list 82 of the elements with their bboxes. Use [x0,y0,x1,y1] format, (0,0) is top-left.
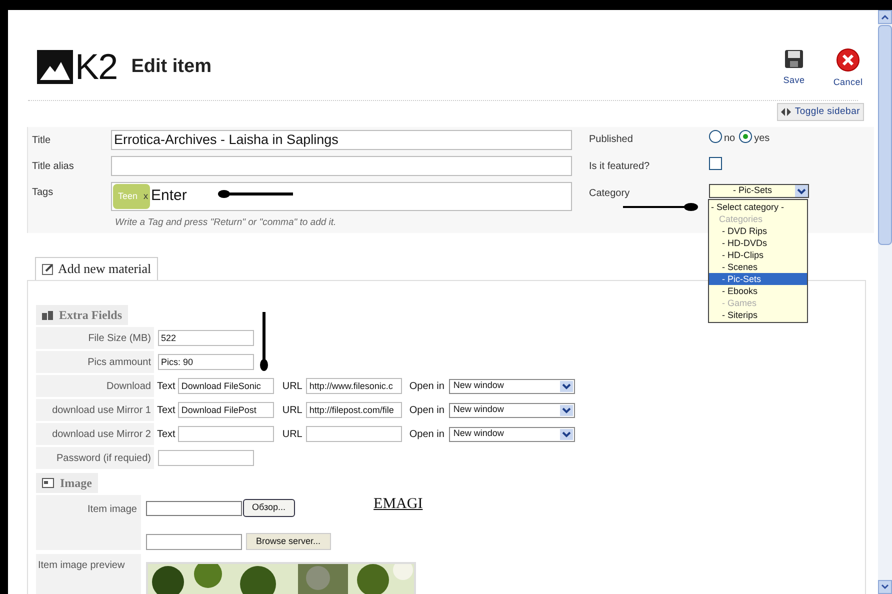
field-label: Password (if requied) [36,447,154,469]
browse-button[interactable]: Обзор... [243,499,294,517]
field-label: Open in [409,404,444,418]
save-button[interactable]: Save [774,48,814,90]
field-label: Text [157,428,176,442]
dropdown-option: Categories [709,213,807,225]
url-input[interactable]: http://www.filesonic.c [306,378,402,394]
open-in-select[interactable]: New window [449,378,576,394]
field-label: Title alias [31,160,75,174]
field-label: Is it featured? [589,160,651,174]
arrows-icon [780,108,791,116]
field-label: URL [282,404,302,418]
edit-icon [42,263,54,275]
remove-tag-icon[interactable]: x [144,190,148,204]
field-label: Item image [36,495,141,550]
field-label: download use Mirror 1 [36,399,154,421]
note-text: EMAGI [374,495,423,514]
tag-chip[interactable]: Teen x [113,184,150,209]
browse-server-button[interactable]: Browse server... [246,533,331,550]
dropdown-option[interactable]: - HD-DVDs [709,237,807,249]
field-label: Tags [31,186,54,200]
cancel-icon [836,48,860,72]
dropdown-caret-icon [795,185,808,197]
scrollbar[interactable] [878,10,892,594]
scroll-up-icon[interactable] [878,10,892,24]
text-input[interactable]: Download FilePost [178,402,274,418]
radio-option[interactable]: no [709,130,736,143]
page-title: Edit item [131,54,212,79]
url-input[interactable] [306,426,402,442]
path-input[interactable] [146,534,242,550]
category-select[interactable]: - Pic-Sets [709,184,809,198]
title-input[interactable]: Errotica-Archives - Laisha in Saplings [111,130,572,150]
section-heading: Extra Fields [36,305,128,325]
dropdown-caret-icon [560,428,574,440]
text-input[interactable]: Download FileSonic [178,378,274,394]
arrow-drawing [259,312,269,372]
dropdown-option[interactable]: - Select category - [709,201,807,213]
tags-field[interactable]: Teen x Enter [111,182,572,211]
checkbox[interactable] [709,157,722,170]
dropdown-option[interactable]: - Scenes [709,261,807,273]
image-icon [42,478,54,488]
url-input[interactable]: http://filepost.com/file [306,402,402,418]
text-input[interactable] [158,450,254,466]
scroll-thumb[interactable] [878,25,892,245]
dropdown-caret-icon [560,380,574,392]
dropdown-option[interactable]: - Siterips [709,309,807,321]
scroll-down-icon[interactable] [878,580,892,594]
field-label: Published [589,133,634,147]
field-label: File Size (MB) [36,327,154,349]
field-label: Text [157,404,176,418]
file-input[interactable] [146,500,242,516]
dropdown-caret-icon [560,404,574,416]
field-label: Download [36,375,154,397]
dropdown-option: - Games [709,297,807,309]
hint-text: Write a Tag and press "Return" or "comma" to add it. [115,216,338,230]
field-label: Pics ammount [36,351,154,373]
field-label: URL [282,428,302,442]
dropdown-option[interactable]: - HD-Clips [709,249,807,261]
text-input[interactable]: 522 [158,330,254,346]
dropdown-option[interactable]: - DVD Rips [709,225,807,237]
title-alias-input[interactable] [111,156,572,176]
field-label: Category [589,187,631,201]
open-in-select[interactable]: New window [449,402,576,418]
section-heading: Image [36,473,98,493]
field-label: Open in [409,428,444,442]
cancel-button[interactable]: Cancel [828,48,868,90]
tag-input-text: Enter [151,186,187,206]
field-label: Text [157,380,176,394]
field-label: Item image preview [36,554,141,594]
tab[interactable]: Add new material [35,257,158,280]
text-input[interactable]: Pics: 90 [158,354,254,370]
dropdown-option[interactable]: - Ebooks [709,285,807,297]
field-label: Title [31,134,52,148]
field-label: Open in [409,380,444,394]
text-input[interactable] [178,426,274,442]
toggle-sidebar-button[interactable]: Toggle sidebar [776,103,864,121]
radio-option[interactable]: yes [739,130,770,143]
dropdown-option[interactable]: - Pic-Sets [709,273,807,285]
open-in-select[interactable]: New window [449,426,576,442]
logo: K2 [37,49,118,85]
field-label: download use Mirror 2 [36,423,154,445]
field-label: URL [282,380,302,394]
